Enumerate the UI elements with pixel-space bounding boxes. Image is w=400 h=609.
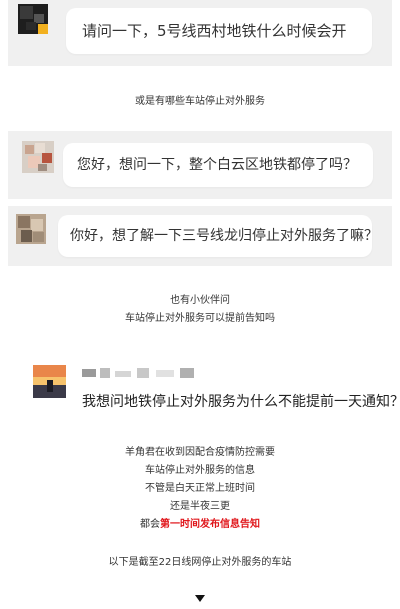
chat-message-text: 你好，想了解一下三号线龙归停止对外服务了嘛？ [70,228,378,244]
chat-message-text: 您好，想问一下，整个白云区地铁都停了吗？ [77,157,357,173]
chat-bubble: 请问一下，5号线西村地铁什么时候会开 [66,8,372,54]
chat-card-2: 您好，想问一下，整个白云区地铁都停了吗？ [8,131,392,199]
avatar [22,141,54,173]
caption-line: 也有小伙伴问 [170,295,230,306]
chat-bubble: 你好，想了解一下三号线龙归停止对外服务了嘛？ [58,215,378,257]
caption: 或是有哪些车站停止对外服务 [135,96,265,107]
comment-text: 我想问地铁停止对外服务为什么不能提前一天通知？ [82,394,400,410]
reply-emphasis-line: 都会第一时间发布信息告知 [0,519,400,531]
avatar [18,4,48,34]
footer-text: 以下是截至22日线网停止对外服务的车站 [108,557,292,568]
reply-line: 不管是白天正常上班时间 [145,483,255,494]
chat-card-3: 你好，想了解一下三号线龙归停止对外服务了嘛？ [8,206,392,266]
reply-line: 羊角君在收到因配合疫情防控需要 [125,447,275,458]
reply-line: 还是半夜三更 [170,501,230,512]
avatar [33,365,66,398]
article-page: 请问一下，5号线西村地铁什么时候会开 或是有哪些车站停止对外服务 您好，想问一下… [0,0,400,609]
caption-line: 车站停止对外服务可以提前告知吗 [125,313,275,324]
reply-line: 车站停止对外服务的信息 [145,465,255,476]
avatar [16,214,46,244]
chat-message-text: 请问一下，5号线西村地铁什么时候会开 [82,22,347,40]
chat-card-1: 请问一下，5号线西村地铁什么时候会开 [8,0,392,66]
highlighted-text: 第一时间发布信息告知 [160,519,260,530]
reply-prefix: 都会 [140,519,160,530]
chat-bubble: 您好，想问一下，整个白云区地铁都停了吗？ [63,143,373,187]
down-triangle-icon [195,595,205,602]
obscured-username [82,367,202,379]
